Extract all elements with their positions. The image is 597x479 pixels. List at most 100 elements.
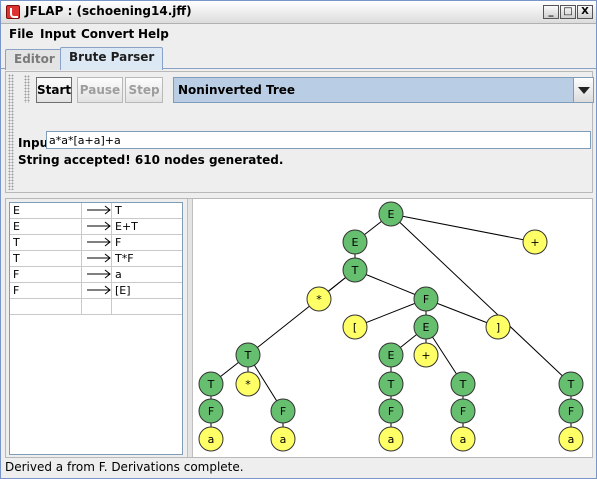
status-bar: Derived a from F. Derivations complete. [5, 460, 244, 474]
node-label: a [460, 433, 467, 446]
terminal-node: + [522, 229, 548, 255]
node-label: E [388, 349, 395, 362]
grammar-table[interactable]: E T E E+T T F T T*F F a F [E] [9, 202, 183, 455]
table-row[interactable]: E E+T [10, 219, 182, 235]
terminal-node: ] [485, 314, 511, 340]
production-lhs: F [13, 268, 20, 281]
node-label: T [207, 378, 215, 391]
nonterminal-node: E [413, 314, 439, 340]
production-rhs: T*F [115, 252, 134, 265]
pause-button[interactable]: Pause [77, 77, 123, 103]
drag-grip[interactable] [8, 74, 14, 190]
nonterminal-node: F [270, 398, 296, 424]
view-mode-dropdown[interactable]: Noninverted Tree [173, 77, 594, 103]
node-label: F [208, 405, 214, 418]
terminal-node: * [235, 371, 261, 397]
nonterminal-node: T [198, 371, 224, 397]
menu-convert[interactable]: Convert [81, 27, 134, 41]
step-button[interactable]: Step [125, 77, 163, 103]
table-row[interactable]: F [E] [10, 283, 182, 299]
arrow-right-icon [87, 221, 111, 231]
production-lhs: T [13, 252, 20, 265]
node-label: T [459, 378, 467, 391]
view-mode-value: Noninverted Tree [178, 83, 296, 97]
terminal-node: a [378, 426, 404, 452]
table-row[interactable]: T T*F [10, 251, 182, 267]
terminal-node: a [558, 426, 584, 452]
node-label: T [567, 378, 575, 391]
parser-controls: Start Pause Step Noninverted Tree Input … [5, 71, 594, 193]
menu-bar: File Input Convert Help [1, 24, 596, 45]
start-button[interactable]: Start [36, 77, 72, 103]
nonterminal-node: F [198, 398, 224, 424]
parse-tree-view: E E + T T * F [E] E + T T Fa Fa T * F Fa a T Fa [193, 199, 592, 457]
maximize-button[interactable]: □ [560, 5, 576, 19]
close-button[interactable]: X [577, 5, 593, 19]
node-label: ] [496, 321, 500, 334]
result-message: String accepted! 610 nodes generated. [18, 153, 284, 167]
terminal-node: a [270, 426, 296, 452]
nonterminal-node: E [378, 201, 404, 227]
node-label: E [423, 321, 430, 334]
nonterminal-node: T [342, 257, 368, 283]
node-label: [ [353, 321, 357, 334]
terminal-node: * [306, 286, 332, 312]
table-row[interactable] [10, 299, 182, 315]
parse-tree-diagram: E E + T T * F [E] E + T T Fa Fa T * F Fa a T Fa [198, 201, 584, 452]
minimize-button[interactable]: _ [543, 5, 559, 19]
node-label: a [208, 433, 215, 446]
nonterminal-node: F [558, 398, 584, 424]
production-rhs: F [115, 236, 122, 249]
input-string-field[interactable] [46, 131, 591, 149]
production-lhs: E [13, 204, 20, 217]
node-label: T [387, 378, 395, 391]
node-label: E [352, 236, 359, 249]
tab-editor[interactable]: Editor [5, 49, 64, 70]
node-label: F [280, 405, 286, 418]
chevron-down-icon[interactable] [573, 78, 593, 102]
tab-strip: Editor Brute Parser [1, 45, 596, 70]
table-row[interactable]: E T [10, 203, 182, 219]
window-title: JFLAP : (schoening14.jff) [25, 4, 192, 18]
production-rhs: T [115, 204, 122, 217]
node-label: F [568, 405, 574, 418]
nonterminal-node: E [342, 229, 368, 255]
arrow-right-icon [87, 253, 111, 263]
nonterminal-node: T [378, 371, 404, 397]
terminal-node: a [198, 426, 224, 452]
node-label: F [460, 405, 466, 418]
terminal-node: [ [342, 314, 368, 340]
terminal-node: a [450, 426, 476, 452]
lower-panel: E T E E+T T F T T*F F a F [E] E E + T T … [5, 198, 593, 458]
nonterminal-node: T [450, 371, 476, 397]
menu-help[interactable]: Help [138, 27, 169, 41]
nonterminal-node: E [378, 342, 404, 368]
production-lhs: E [13, 220, 20, 233]
tree-edge [390, 213, 536, 243]
nonterminal-node: T [235, 342, 261, 368]
table-row[interactable]: T F [10, 235, 182, 251]
production-lhs: F [13, 284, 20, 297]
arrow-right-icon [87, 285, 111, 295]
production-lhs: T [13, 236, 20, 249]
tab-brute-parser[interactable]: Brute Parser [60, 47, 164, 70]
node-label: a [280, 433, 287, 446]
menu-file[interactable]: File [9, 27, 34, 41]
app-window: JFLAP : (schoening14.jff) _ □ X File Inp… [0, 0, 597, 479]
node-label: a [388, 433, 395, 446]
nonterminal-node: F [378, 398, 404, 424]
production-rhs: [E] [115, 284, 131, 297]
node-label: F [388, 405, 394, 418]
menu-input[interactable]: Input [40, 27, 76, 41]
toolbar: Start Pause Step Noninverted Tree [18, 77, 594, 103]
node-label: * [316, 293, 322, 306]
node-label: * [245, 378, 251, 391]
production-rhs: a [115, 268, 122, 281]
node-label: + [530, 236, 539, 249]
node-label: E [388, 208, 395, 221]
title-bar: JFLAP : (schoening14.jff) _ □ X [1, 1, 596, 24]
terminal-node: + [413, 342, 439, 368]
node-label: T [351, 264, 359, 277]
node-label: T [244, 349, 252, 362]
table-row[interactable]: F a [10, 267, 182, 283]
